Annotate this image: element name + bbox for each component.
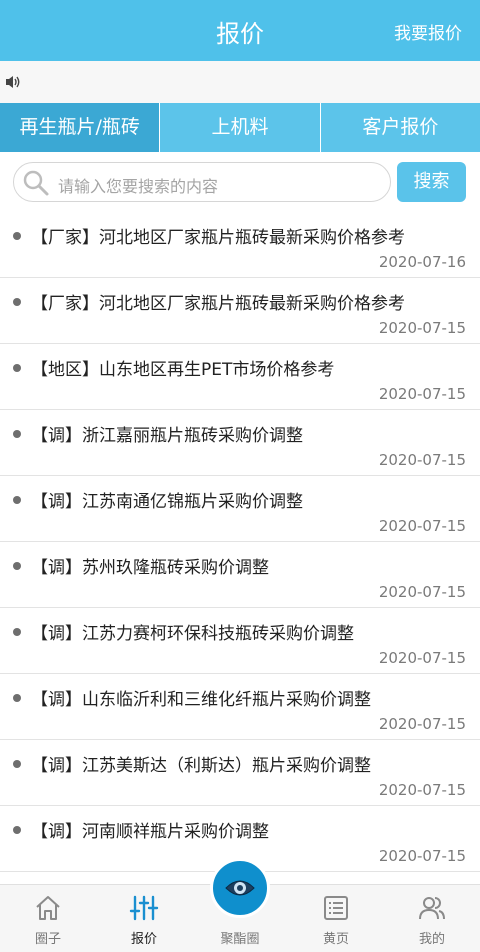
item-date: 2020-07-16 (378, 253, 466, 271)
search-button[interactable]: 搜索 (397, 162, 466, 202)
top-bar: 报价 我要报价 (0, 0, 480, 61)
nav-mine[interactable]: 我的 (384, 885, 480, 952)
nav-label: 黄页 (322, 932, 349, 947)
submit-quote-button[interactable]: 我要报价 (394, 19, 462, 44)
list-item[interactable]: 【厂家】河北地区厂家瓶片瓶砖最新采购价格参考 2020-07-16 (0, 212, 480, 278)
list-item[interactable]: 【地区】山东地区再生PET市场价格参考 2020-07-15 (0, 344, 480, 410)
speaker-icon[interactable] (4, 73, 22, 91)
item-date: 2020-07-15 (378, 649, 466, 667)
item-date: 2020-07-15 (378, 715, 466, 733)
nav-circle[interactable]: 圈子 (0, 885, 96, 952)
list-item[interactable]: 【调】山东临沂利和三维化纤瓶片采购价调整 2020-07-15 (0, 674, 480, 740)
list-icon (324, 896, 348, 920)
item-title: 【调】江苏力赛柯环保科技瓶砖采购价调整 (31, 624, 354, 644)
item-title: 【调】江苏南通亿锦瓶片采购价调整 (31, 492, 303, 512)
quote-list: 【厂家】河北地区厂家瓶片瓶砖最新采购价格参考 2020-07-16 【厂家】河北… (0, 212, 480, 872)
category-tabs: 再生瓶片/瓶砖 上机料 客户报价 (0, 103, 480, 152)
item-title: 【地区】山东地区再生PET市场价格参考 (31, 360, 335, 380)
bullet-icon (13, 232, 21, 240)
item-title: 【厂家】河北地区厂家瓶片瓶砖最新采购价格参考 (31, 228, 405, 248)
bullet-icon (13, 364, 21, 372)
bullet-icon (13, 496, 21, 504)
tab-recycled-flakes[interactable]: 再生瓶片/瓶砖 (0, 103, 161, 152)
list-item[interactable]: 【调】江苏美斯达（利斯达）瓶片采购价调整 2020-07-15 (0, 740, 480, 806)
sliders-icon (129, 895, 159, 921)
bullet-icon (13, 760, 21, 768)
bullet-icon (13, 826, 21, 834)
nav-yellow-pages[interactable]: 黄页 (288, 885, 384, 952)
nav-label: 聚酯圈 (220, 932, 260, 947)
search-placeholder: 请输入您要搜索的内容 (58, 177, 219, 196)
item-title: 【厂家】河北地区厂家瓶片瓶砖最新采购价格参考 (31, 294, 405, 314)
tab-machine-material[interactable]: 上机料 (160, 103, 321, 152)
nav-quotes[interactable]: 报价 (96, 885, 192, 952)
list-item[interactable]: 【厂家】河北地区厂家瓶片瓶砖最新采购价格参考 2020-07-15 (0, 278, 480, 344)
nav-label: 报价 (130, 932, 157, 947)
item-title: 【调】苏州玖隆瓶砖采购价调整 (31, 558, 269, 578)
item-title: 【调】浙江嘉丽瓶片瓶砖采购价调整 (31, 426, 303, 446)
notice-bar (0, 61, 480, 103)
list-item[interactable]: 【调】苏州玖隆瓶砖采购价调整 2020-07-15 (0, 542, 480, 608)
eye-icon (225, 880, 255, 896)
item-date: 2020-07-15 (378, 847, 466, 865)
bullet-icon (13, 298, 21, 306)
search-row: 请输入您要搜索的内容 搜索 (0, 152, 480, 212)
bullet-icon (13, 628, 21, 636)
item-date: 2020-07-15 (378, 451, 466, 469)
bullet-icon (13, 562, 21, 570)
item-title: 【调】河南顺祥瓶片采购价调整 (31, 822, 269, 842)
item-date: 2020-07-15 (378, 385, 466, 403)
item-title: 【调】江苏美斯达（利斯达）瓶片采购价调整 (31, 756, 371, 776)
list-item[interactable]: 【调】江苏力赛柯环保科技瓶砖采购价调整 2020-07-15 (0, 608, 480, 674)
item-date: 2020-07-15 (378, 517, 466, 535)
item-date: 2020-07-15 (378, 319, 466, 337)
nav-label: 我的 (418, 932, 445, 947)
list-item[interactable]: 【调】浙江嘉丽瓶片瓶砖采购价调整 2020-07-15 (0, 410, 480, 476)
bullet-icon (13, 694, 21, 702)
item-date: 2020-07-15 (378, 781, 466, 799)
home-icon (36, 896, 60, 920)
list-item[interactable]: 【调】江苏南通亿锦瓶片采购价调整 2020-07-15 (0, 476, 480, 542)
search-icon (23, 170, 49, 196)
search-input[interactable]: 请输入您要搜索的内容 (13, 162, 391, 202)
users-icon (419, 897, 445, 920)
polyester-circle-button[interactable] (210, 858, 270, 918)
bullet-icon (13, 430, 21, 438)
tab-customer-quotes[interactable]: 客户报价 (321, 103, 480, 152)
item-date: 2020-07-15 (378, 583, 466, 601)
nav-label: 圈子 (34, 932, 61, 947)
item-title: 【调】山东临沂利和三维化纤瓶片采购价调整 (31, 690, 371, 710)
